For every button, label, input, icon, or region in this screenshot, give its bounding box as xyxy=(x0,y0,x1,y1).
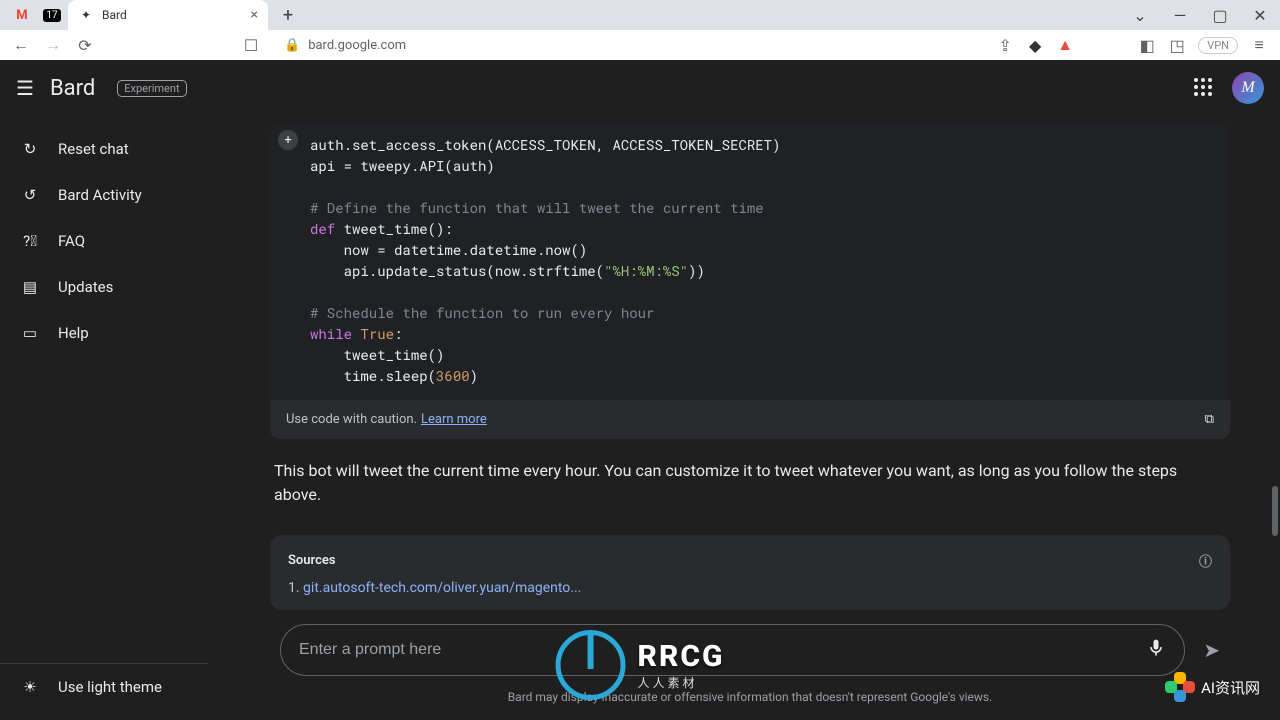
wallet-icon[interactable]: ◳ xyxy=(1168,36,1186,55)
share-icon[interactable]: ⇪ xyxy=(996,36,1014,55)
pinned-tab-gmail[interactable]: M xyxy=(8,1,36,29)
shield-icon[interactable]: ◆ xyxy=(1026,36,1044,55)
close-tab-icon[interactable]: × xyxy=(251,7,258,23)
new-tab-button[interactable]: + xyxy=(274,1,302,29)
learn-more-link[interactable]: Learn more xyxy=(421,412,487,427)
source-link[interactable]: git.autosoft-tech.com/oliver.yuan/magent… xyxy=(303,580,581,596)
sources-card: Sources ⓘ 1. git.autosoft-tech.com/olive… xyxy=(270,535,1230,610)
url-box[interactable]: 🔒 bard.google.com xyxy=(274,38,982,53)
active-tab[interactable]: ✦ Bard × xyxy=(68,0,268,30)
calendar-icon: ▤ xyxy=(20,278,40,296)
caution-text: Use code with caution. xyxy=(286,412,417,427)
avatar-letter: M xyxy=(1241,79,1254,97)
prompt-input[interactable] xyxy=(299,641,1146,659)
sidebar: ↻ Reset chat ↺ Bard Activity ?⃝ FAQ ▤ Up… xyxy=(0,116,220,720)
sidebar-item-help[interactable]: ▭ Help xyxy=(0,310,220,356)
minimize-icon[interactable]: — xyxy=(1160,0,1200,30)
feedback-icon: ▭ xyxy=(20,324,40,342)
sidebar-label: Updates xyxy=(58,278,113,296)
toolbar-right: ⇪ ◆ ▲ ◧ ◳ VPN ≡ xyxy=(996,35,1268,55)
brave-icon[interactable]: ▲ xyxy=(1056,35,1074,55)
lock-icon: 🔒 xyxy=(284,38,300,53)
hamburger-icon[interactable]: ☰ xyxy=(16,76,34,100)
main-content: +auth.set_access_token(ACCESS_TOKEN, ACC… xyxy=(220,116,1280,720)
dropdown-icon[interactable]: ⌄ xyxy=(1120,0,1160,30)
sidepanel-icon[interactable]: ◧ xyxy=(1138,36,1156,55)
mic-icon[interactable] xyxy=(1146,638,1166,662)
sidebar-item-faq[interactable]: ?⃝ FAQ xyxy=(0,218,220,264)
browser-chrome: M 17 ✦ Bard × + ⌄ — ▢ ✕ ← → ⟳ ☐ 🔒 bard.g… xyxy=(0,0,1280,60)
close-window-icon[interactable]: ✕ xyxy=(1240,0,1280,30)
reset-icon: ↻ xyxy=(20,140,40,158)
sidebar-label: FAQ xyxy=(58,232,85,250)
sidebar-item-activity[interactable]: ↺ Bard Activity xyxy=(0,172,220,218)
forward-icon[interactable]: → xyxy=(44,35,62,55)
source-item: 1. git.autosoft-tech.com/oliver.yuan/mag… xyxy=(288,580,1212,596)
pinned-tab-2[interactable]: 17 xyxy=(38,1,66,29)
sidebar-label: Bard Activity xyxy=(58,186,142,204)
app-header: ☰ Bard Experiment M xyxy=(0,60,1280,116)
expand-code-icon[interactable]: + xyxy=(278,130,298,150)
experiment-badge: Experiment xyxy=(117,80,186,97)
maximize-icon[interactable]: ▢ xyxy=(1200,0,1240,30)
scrollbar-thumb[interactable] xyxy=(1272,486,1278,536)
sidebar-item-reset[interactable]: ↻ Reset chat xyxy=(0,126,220,172)
prompt-input-container xyxy=(280,624,1185,676)
brand-name: Bard xyxy=(50,76,95,101)
vpn-badge[interactable]: VPN xyxy=(1198,37,1238,54)
info-icon[interactable]: ⓘ xyxy=(1199,551,1212,570)
response-text: This bot will tweet the current time eve… xyxy=(270,439,1230,517)
history-icon: ↺ xyxy=(20,186,40,204)
window-controls: ⌄ — ▢ ✕ xyxy=(1120,0,1280,30)
code-block: +auth.set_access_token(ACCESS_TOKEN, ACC… xyxy=(270,124,1230,400)
sources-title: Sources xyxy=(288,553,336,568)
back-icon[interactable]: ← xyxy=(12,35,30,55)
tab-title: Bard xyxy=(102,8,127,22)
bookmark-icon[interactable]: ☐ xyxy=(242,36,260,55)
bard-favicon-icon: ✦ xyxy=(78,7,94,23)
reload-icon[interactable]: ⟳ xyxy=(76,36,94,55)
address-bar: ← → ⟳ ☐ 🔒 bard.google.com ⇪ ◆ ▲ ◧ ◳ VPN … xyxy=(0,30,1280,60)
sidebar-item-updates[interactable]: ▤ Updates xyxy=(0,264,220,310)
response-card: +auth.set_access_token(ACCESS_TOKEN, ACC… xyxy=(270,124,1230,610)
sun-icon: ☀ xyxy=(20,678,40,696)
apps-grid-icon[interactable] xyxy=(1194,78,1214,98)
sidebar-label: Reset chat xyxy=(58,140,129,158)
avatar[interactable]: M xyxy=(1232,72,1264,104)
caution-bar: Use code with caution. Learn more ⧉ xyxy=(270,400,1230,439)
question-icon: ?⃝ xyxy=(20,232,40,250)
send-icon[interactable]: ➤ xyxy=(1203,638,1220,662)
sidebar-item-theme[interactable]: ☀ Use light theme xyxy=(0,664,220,710)
menu-icon[interactable]: ≡ xyxy=(1250,35,1268,55)
prompt-row: ➤ xyxy=(280,624,1220,676)
url-text: bard.google.com xyxy=(308,38,406,53)
copy-icon[interactable]: ⧉ xyxy=(1205,412,1214,427)
sidebar-label: Use light theme xyxy=(58,678,162,696)
sidebar-label: Help xyxy=(58,324,89,342)
tab-bar: M 17 ✦ Bard × + ⌄ — ▢ ✕ xyxy=(0,0,1280,30)
disclaimer: Bard may display inaccurate or offensive… xyxy=(220,690,1280,704)
